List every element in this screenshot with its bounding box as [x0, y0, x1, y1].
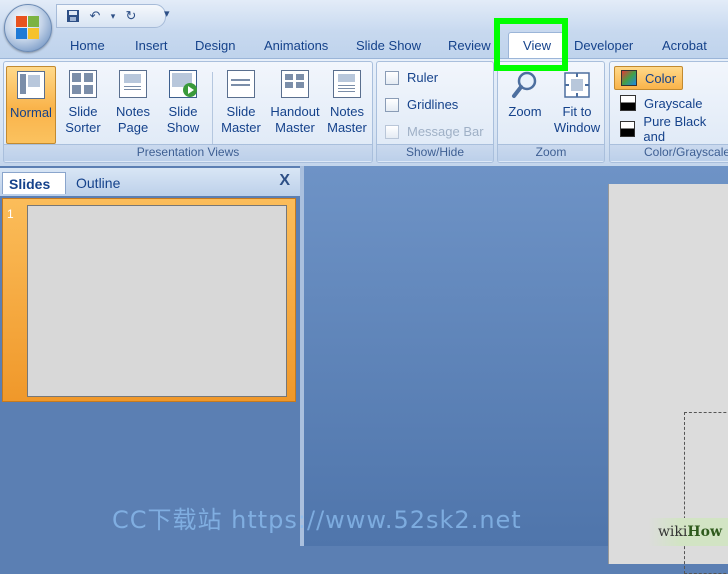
- title-bar: ↶ ▾ ↻ ▾: [0, 0, 728, 30]
- office-logo-icon: [16, 16, 40, 40]
- color-button[interactable]: Color: [614, 66, 684, 90]
- message-bar-checkbox-box: [385, 124, 399, 139]
- tab-slide-show[interactable]: Slide Show: [356, 38, 421, 53]
- handout-master-button[interactable]: Handout Master: [268, 66, 322, 144]
- gridlines-checkbox-box[interactable]: [385, 97, 399, 112]
- notes-master-label-2: Master: [327, 120, 367, 135]
- zoom-button[interactable]: Zoom: [500, 66, 550, 144]
- ruler-checkbox[interactable]: Ruler: [385, 70, 438, 85]
- slide-thumbnail[interactable]: [27, 205, 287, 397]
- ruler-label: Ruler: [407, 70, 439, 85]
- color-swatch-icon: [621, 70, 637, 86]
- group-label-color-grayscale: Color/Grayscale: [610, 144, 728, 161]
- tab-outline[interactable]: Outline: [76, 172, 120, 194]
- group-show-hide: Ruler Gridlines Message Bar Show/Hide: [376, 61, 494, 163]
- notes-master-button[interactable]: Notes Master: [322, 66, 372, 144]
- notes-page-icon: [118, 70, 148, 100]
- notes-master-icon: [332, 70, 362, 100]
- group-zoom: Zoom Fit to Window Zoom: [497, 61, 605, 163]
- tab-acrobat[interactable]: Acrobat: [662, 38, 707, 53]
- tab-review[interactable]: Review: [448, 38, 491, 53]
- tab-design[interactable]: Design: [195, 38, 235, 53]
- normal-view-label: Normal: [10, 105, 52, 120]
- tab-home[interactable]: Home: [70, 38, 105, 53]
- group-separator: [212, 72, 213, 144]
- normal-view-icon: [16, 71, 46, 101]
- fit-to-window-button[interactable]: Fit to Window: [552, 66, 602, 144]
- handout-master-icon: [280, 70, 310, 100]
- wikihow-how: How: [687, 524, 722, 540]
- tab-slides[interactable]: Slides: [2, 172, 66, 194]
- ribbon: Normal Slide Sorter Notes Page Slide Sho…: [0, 58, 728, 168]
- notes-master-label-1: Notes: [330, 104, 364, 119]
- slides-pane: Slides Outline X 1: [0, 166, 300, 546]
- tab-insert[interactable]: Insert: [135, 38, 168, 53]
- gridlines-label: Gridlines: [407, 97, 459, 112]
- slide-master-label-2: Master: [221, 120, 261, 135]
- group-label-presentation-views: Presentation Views: [4, 144, 372, 161]
- handout-master-label-2: Master: [275, 120, 315, 135]
- notes-page-label-1: Notes: [116, 104, 150, 119]
- slide-sorter-label-1: Slide: [68, 104, 98, 119]
- customize-icon[interactable]: ▾: [164, 7, 170, 20]
- save-icon[interactable]: [65, 8, 81, 24]
- slide-sorter-icon: [68, 70, 98, 100]
- close-icon[interactable]: X: [279, 172, 290, 190]
- slide-show-icon: [168, 70, 198, 100]
- ruler-checkbox-box[interactable]: [385, 70, 399, 85]
- fit-to-window-label-2: Window: [553, 120, 601, 135]
- quick-access-toolbar: ↶ ▾ ↻: [56, 4, 166, 28]
- handout-master-label-1: Handout: [270, 104, 320, 119]
- slide-thumbnail-selected[interactable]: 1: [2, 198, 296, 402]
- redo-icon[interactable]: ↻: [123, 8, 139, 24]
- slide-editing-area: [304, 166, 728, 574]
- group-label-show-hide: Show/Hide: [377, 144, 493, 161]
- slide-sorter-button[interactable]: Slide Sorter: [58, 66, 108, 144]
- grayscale-label: Grayscale: [644, 95, 703, 111]
- gridlines-checkbox[interactable]: Gridlines: [385, 97, 458, 112]
- slide-show-button[interactable]: Slide Show: [158, 66, 208, 144]
- message-bar-label: Message Bar: [407, 124, 484, 139]
- slide-show-label-1: Slide: [168, 104, 198, 119]
- group-color-grayscale: Color Grayscale Pure Black and Color/Gra…: [609, 61, 728, 163]
- pure-black-white-button[interactable]: Pure Black and: [614, 114, 728, 144]
- slide-show-label-2: Show: [166, 120, 200, 135]
- slide-master-button[interactable]: Slide Master: [216, 66, 266, 144]
- undo-dropdown-icon[interactable]: ▾: [109, 8, 117, 24]
- zoom-label: Zoom: [508, 104, 542, 119]
- group-presentation-views: Normal Slide Sorter Notes Page Slide Sho…: [3, 61, 373, 163]
- message-bar-checkbox: Message Bar: [385, 124, 484, 139]
- notes-page-button[interactable]: Notes Page: [108, 66, 158, 144]
- wikihow-wiki: wiki: [657, 524, 688, 540]
- normal-view-button[interactable]: Normal: [6, 66, 56, 144]
- slide-number: 1: [7, 207, 14, 221]
- slide-master-icon: [226, 70, 256, 100]
- slides-pane-tabs: Slides Outline X: [0, 168, 300, 196]
- slide-master-label-1: Slide: [226, 104, 256, 119]
- ribbon-tab-row: Home Insert Design Animations Slide Show…: [0, 30, 728, 62]
- group-label-zoom: Zoom: [498, 144, 604, 161]
- watermark-text: CC下载站 https://www.52sk2.net: [112, 506, 522, 534]
- wikihow-logo: wikiHow: [647, 518, 728, 546]
- pure-black-white-label: Pure Black and: [643, 114, 707, 144]
- notes-page-label-2: Page: [117, 120, 149, 135]
- black-white-swatch-icon: [620, 121, 636, 137]
- grayscale-button[interactable]: Grayscale: [614, 92, 709, 114]
- text-placeholder[interactable]: [684, 412, 728, 574]
- color-label: Color: [645, 70, 677, 86]
- fit-to-window-label-1: Fit to: [562, 104, 592, 119]
- slide-canvas[interactable]: [608, 184, 728, 574]
- fit-to-window-icon: [562, 70, 592, 100]
- tab-animations[interactable]: Animations: [264, 38, 328, 53]
- slide-sorter-label-2: Sorter: [65, 120, 101, 135]
- office-button[interactable]: [4, 4, 52, 52]
- undo-icon[interactable]: ↶: [87, 8, 103, 24]
- grayscale-swatch-icon: [620, 95, 636, 111]
- tab-developer[interactable]: Developer: [574, 38, 633, 53]
- magnifier-icon: [510, 70, 540, 100]
